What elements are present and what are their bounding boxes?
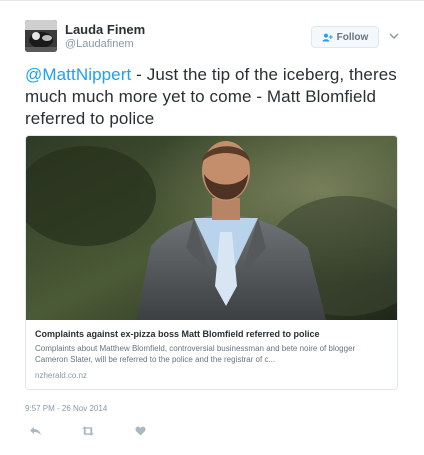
tweet-timestamp[interactable]: 9:57 PM - 26 Nov 2014	[25, 404, 107, 413]
retweet-icon[interactable]	[81, 425, 95, 437]
chevron-down-icon[interactable]	[388, 31, 400, 41]
card-domain[interactable]: nzherald.co.nz	[35, 371, 87, 380]
follow-button[interactable]: Follow	[311, 26, 379, 48]
avatar[interactable]	[25, 20, 57, 52]
card-title[interactable]: Complaints against ex-pizza boss Matt Bl…	[35, 329, 390, 339]
heart-icon[interactable]	[133, 425, 147, 437]
reply-icon[interactable]	[28, 425, 42, 437]
top-border	[0, 0, 424, 1]
follow-button-label: Follow	[336, 31, 369, 43]
person-plus-icon	[322, 33, 333, 42]
card-image[interactable]	[26, 136, 397, 320]
author-handle[interactable]: @Laudafinem	[65, 38, 134, 50]
link-card[interactable]: Complaints against ex-pizza boss Matt Bl…	[25, 135, 398, 390]
author-display-name[interactable]: Lauda Finem	[65, 22, 145, 37]
tweet-text: @MattNippert - Just the tip of the icebe…	[25, 64, 410, 130]
card-description: Complaints about Matthew Blomfield, cont…	[35, 344, 356, 364]
tweet-mention-link[interactable]: @MattNippert	[25, 65, 131, 84]
